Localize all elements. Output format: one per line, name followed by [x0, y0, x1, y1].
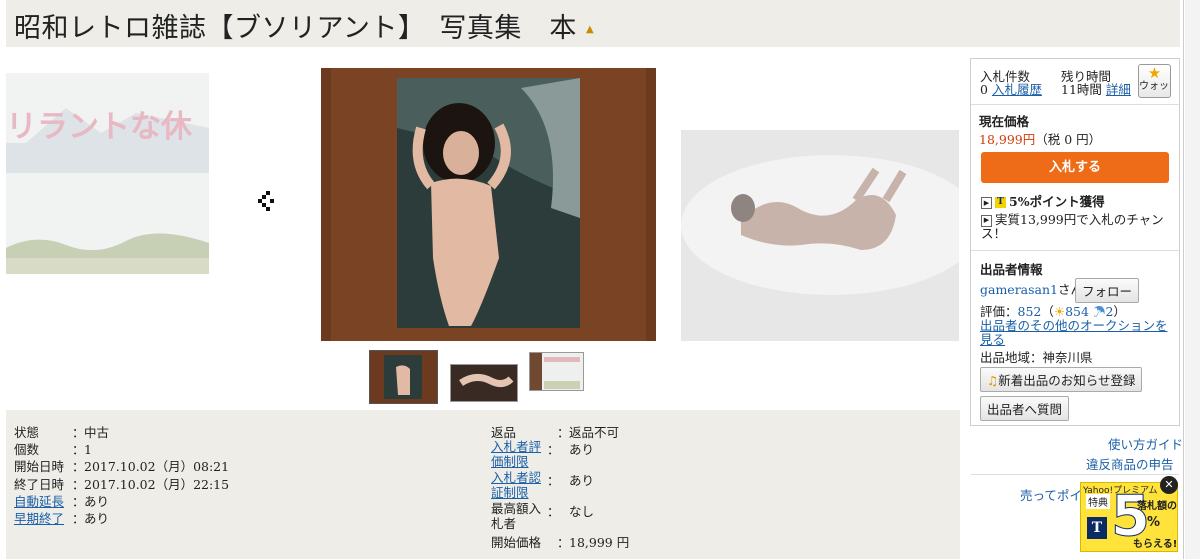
page-title-text: 昭和レトロ雑誌【ブソリアント】 写真集 本 — [14, 13, 577, 44]
bidder-rating-limit-link[interactable]: 入札者評価制限 — [491, 439, 547, 469]
chance-row[interactable]: ▶ 実質13,999円で入札のチャンス！ — [981, 213, 1173, 241]
info-row-bidder-auth-limit: 入札者認証制限： あり — [491, 470, 595, 500]
tax-value: （税 0 円） — [1035, 132, 1102, 147]
ad-text2: もらえる! — [1133, 539, 1178, 550]
expand-icon: ▶ — [981, 196, 992, 209]
sun-icon: ☀ — [1053, 304, 1066, 319]
rating-good-link[interactable]: 854 — [1065, 304, 1089, 319]
current-price-row: 18,999円（税 0 円） — [979, 129, 1101, 148]
window-edge — [1183, 0, 1184, 559]
prev-arrow-icon[interactable] — [258, 191, 278, 211]
info-value: 返品不可 — [569, 425, 620, 440]
thumbnail-1[interactable] — [369, 350, 438, 404]
info-value: あり — [569, 473, 595, 488]
info-value: 1 — [84, 442, 92, 457]
main-image-graphic — [321, 68, 656, 341]
follow-button[interactable]: フォロー — [1075, 278, 1140, 303]
notify-button[interactable]: ♫新着出品のお知らせ登録 — [980, 367, 1143, 392]
report-link[interactable]: 違反商品の申告 — [1086, 454, 1174, 473]
expand-icon: ▶ — [981, 214, 992, 227]
tpoint-logo-icon: T — [1087, 517, 1107, 539]
ad-percent: % — [1147, 515, 1161, 530]
time-detail-link[interactable]: 詳細 — [1106, 82, 1131, 97]
star-icon: ★ — [1147, 64, 1162, 82]
rating-label: 評価： — [980, 304, 1018, 319]
points-text: 5%ポイント獲得 — [1009, 194, 1105, 209]
seller-info-header: 出品者情報 — [980, 262, 1043, 277]
info-value: あり — [84, 511, 110, 526]
info-value: 中古 — [84, 425, 110, 440]
info-row-early-end: 早期終了 ：あり — [14, 508, 109, 527]
info-label: 最高額入札者 — [491, 501, 542, 531]
info-label: 開始日時 — [14, 459, 65, 474]
seller-name-link[interactable]: gamerasan1 — [980, 282, 1058, 297]
seller-region: 出品地域：神奈川県 — [980, 350, 1093, 365]
bid-history-link[interactable]: 入札履歴 — [992, 82, 1042, 97]
seller-name-row: gamerasan1さん — [980, 279, 1083, 298]
thumbnail-2[interactable] — [450, 364, 518, 402]
divider — [971, 250, 1179, 251]
thumbnail-3[interactable] — [529, 352, 584, 391]
ad-line2: 特典 — [1086, 494, 1110, 509]
watch-label: ウォッチ — [1139, 81, 1170, 92]
question-button[interactable]: 出品者へ質問 — [980, 396, 1070, 421]
notify-button-label: 新着出品のお知らせ登録 — [998, 373, 1136, 388]
guide-link[interactable]: 使い方ガイド — [1108, 434, 1183, 453]
info-value: 2017.10.02（月）22:15 — [84, 477, 230, 492]
previous-image-caption: リラントな休 — [6, 109, 192, 145]
divider — [971, 474, 1179, 475]
thumbnail-1-graphic — [370, 351, 437, 403]
ad-text1: 落札額の — [1137, 501, 1177, 512]
tpoint-icon: T — [995, 197, 1006, 208]
info-label: 開始価格 — [491, 535, 542, 550]
info-value: あり — [84, 494, 110, 509]
divider — [971, 104, 1179, 105]
time-left-row: 11時間 詳細 — [1061, 79, 1131, 98]
info-row-start-price: 開始価格 ：18,999 円 — [491, 532, 629, 551]
previous-image[interactable]: リラントな休 — [6, 73, 209, 274]
info-row-top-bidder: 最高額入札者： なし — [491, 501, 595, 531]
info-value: あり — [569, 442, 595, 457]
watch-button[interactable]: ★ ウォッチ — [1138, 64, 1171, 98]
early-end-link[interactable]: 早期終了 — [14, 508, 72, 527]
next-image-graphic — [681, 130, 959, 341]
bell-icon: ♫ — [987, 373, 999, 388]
thumbnail-3-graphic — [530, 353, 583, 390]
new-badge-icon: ▲ — [586, 24, 595, 35]
other-auctions-link[interactable]: 出品者のその他のオークションを見る — [980, 319, 1172, 347]
main-image[interactable] — [321, 68, 656, 341]
chance-text: 実質13,999円で入札のチャンス！ — [981, 212, 1164, 241]
rating-total-link[interactable]: 852 — [1018, 304, 1042, 319]
rating-bad-link[interactable]: 2 — [1105, 304, 1113, 319]
next-image[interactable] — [681, 130, 959, 341]
info-value: 18,999 円 — [569, 535, 630, 550]
info-value: なし — [569, 504, 595, 519]
info-row-bidder-rating-limit: 入札者評価制限： あり — [491, 439, 595, 469]
sell-link[interactable]: 売ってポイ — [1020, 485, 1082, 504]
points-row[interactable]: ▶ T 5%ポイント獲得 — [981, 191, 1105, 210]
bid-count-row: 0 入札履歴 — [980, 79, 1042, 98]
scrollbar-track[interactable] — [1185, 0, 1200, 559]
time-left-value: 11時間 — [1061, 82, 1102, 97]
current-price-label: 現在価格 — [979, 114, 1030, 129]
page-title: 昭和レトロ雑誌【ブソリアント】 写真集 本 ▲ — [14, 6, 594, 45]
info-value: 2017.10.02（月）08:21 — [84, 459, 230, 474]
info-row-start-date: 開始日時 ：2017.10.02（月）08:21 — [14, 456, 229, 475]
current-price-value: 18,999円 — [979, 132, 1036, 147]
bid-count-value: 0 — [980, 82, 988, 97]
bidder-auth-limit-link[interactable]: 入札者認証制限 — [491, 470, 547, 500]
bid-button[interactable]: 入札する — [981, 152, 1169, 183]
ad-close-icon[interactable]: ✕ — [1160, 476, 1178, 494]
thumbnail-2-graphic — [451, 365, 517, 401]
umbrella-icon: ☂ — [1092, 304, 1106, 319]
